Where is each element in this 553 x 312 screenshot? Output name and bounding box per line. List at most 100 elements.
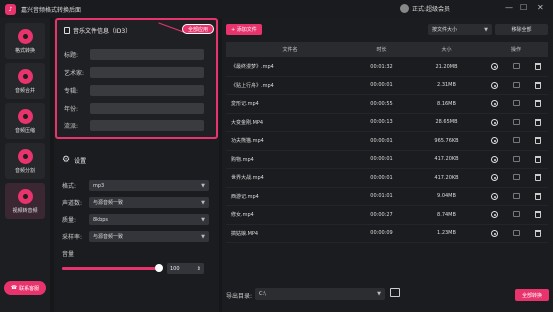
delete-icon[interactable] bbox=[534, 174, 541, 182]
add-file-button[interactable]: + 添加文件 bbox=[226, 24, 262, 35]
samplerate-select[interactable]: 与源音频一致 ▼ bbox=[89, 231, 209, 242]
close-button[interactable]: ✕ bbox=[537, 3, 544, 13]
sidebar-item-audio-split[interactable]: 音频分割 bbox=[5, 143, 45, 179]
sidebar-item-audio-merge[interactable]: 音频合并 bbox=[5, 63, 45, 99]
file-name: 功夫熊猫.mp4 bbox=[231, 138, 264, 145]
delete-icon[interactable] bbox=[534, 229, 541, 237]
row-actions bbox=[484, 81, 548, 89]
output-dir-select[interactable]: C:\ ▼ bbox=[255, 288, 385, 300]
table-row[interactable]: 世界大战.mp4 00:00:01 417.20KB bbox=[226, 169, 548, 188]
volume-label: 音量 bbox=[62, 251, 75, 258]
file-size: 2.31MB bbox=[437, 82, 456, 89]
album-label: 专辑: bbox=[64, 88, 79, 95]
stepper-icon[interactable]: ⇕ bbox=[197, 266, 201, 272]
folder-icon[interactable] bbox=[512, 81, 520, 88]
play-icon[interactable] bbox=[491, 100, 499, 108]
delete-icon[interactable] bbox=[534, 192, 541, 200]
table-row[interactable]: 《最终漫梦》.mp4 00:01:32 21.20MB bbox=[226, 58, 548, 77]
play-icon[interactable] bbox=[491, 229, 499, 237]
delete-icon[interactable] bbox=[534, 137, 541, 145]
play-icon[interactable] bbox=[491, 174, 499, 182]
music-disc-icon bbox=[17, 148, 33, 164]
volume-slider[interactable] bbox=[62, 264, 163, 272]
remove-all-button[interactable]: 移除全部 bbox=[495, 24, 548, 35]
year-input[interactable] bbox=[90, 103, 204, 114]
table-row[interactable]: 西游记.mp4 00:01:01 9.04MB bbox=[226, 188, 548, 206]
genre-input[interactable] bbox=[90, 120, 204, 131]
sidebar-item-format-convert[interactable]: 格式转换 bbox=[5, 23, 45, 59]
user-info[interactable]: 正式:超级会员 bbox=[400, 4, 450, 13]
sidebar-item-video-to-audio[interactable]: 视频转音频 bbox=[5, 183, 45, 219]
folder-icon[interactable] bbox=[512, 155, 520, 162]
delete-icon[interactable] bbox=[534, 118, 541, 126]
year-field-row: 年份: bbox=[64, 103, 204, 114]
user-avatar-icon bbox=[400, 4, 409, 13]
chevron-down-icon: ▼ bbox=[484, 26, 488, 33]
minimize-button[interactable]: — bbox=[505, 3, 513, 13]
restore-button[interactable]: ☐ bbox=[520, 3, 527, 13]
customer-service-button[interactable]: ☎ 联系客服 bbox=[4, 281, 46, 295]
row-actions bbox=[484, 118, 548, 126]
folder-icon[interactable] bbox=[512, 211, 520, 218]
callout-line bbox=[155, 22, 185, 42]
open-folder-icon[interactable] bbox=[390, 288, 400, 297]
id3-title-text: 音乐文件信息（ID3） bbox=[73, 28, 132, 35]
folder-icon[interactable] bbox=[512, 192, 520, 199]
row-actions bbox=[484, 192, 548, 200]
delete-icon[interactable] bbox=[534, 63, 541, 71]
folder-icon[interactable] bbox=[512, 229, 520, 236]
file-name: 购物.mp4 bbox=[231, 156, 254, 163]
sidebar-item-audio-compress[interactable]: 音频压缩 bbox=[5, 103, 45, 139]
settings-title: ⚙ 设置 bbox=[62, 155, 86, 165]
gear-icon: ⚙ bbox=[62, 155, 71, 165]
play-icon[interactable] bbox=[491, 211, 499, 219]
volume-input[interactable]: 100 ⇕ bbox=[167, 263, 204, 274]
title-input[interactable] bbox=[90, 49, 204, 60]
apply-all-button[interactable]: 全部应用 bbox=[182, 24, 215, 34]
column-actions: 操作 bbox=[510, 47, 521, 53]
delete-icon[interactable] bbox=[534, 211, 541, 219]
file-size: 417.20KB bbox=[434, 174, 459, 181]
table-row[interactable]: 《贴上行舟》.mp4 00:00:01 2.31MB bbox=[226, 77, 548, 95]
file-size: 417.20KB bbox=[434, 156, 459, 163]
table-row[interactable]: 大变金刚.MP4 00:00:13 28.65MB bbox=[226, 114, 548, 132]
table-row[interactable]: 购物.mp4 00:00:01 417.20KB bbox=[226, 151, 548, 169]
table-row[interactable]: 功夫熊猫.mp4 00:00:01 965.76KB bbox=[226, 132, 548, 151]
format-select[interactable]: mp3 ▼ bbox=[89, 180, 209, 191]
file-duration: 00:00:09 bbox=[370, 230, 393, 237]
album-input[interactable] bbox=[90, 85, 204, 96]
delete-icon[interactable] bbox=[534, 155, 541, 163]
delete-icon[interactable] bbox=[534, 100, 541, 108]
play-icon[interactable] bbox=[491, 137, 499, 145]
play-icon[interactable] bbox=[491, 192, 499, 200]
folder-icon[interactable] bbox=[512, 100, 520, 107]
table-header: 文件名 时长 大小 操作 bbox=[226, 42, 548, 57]
row-actions bbox=[484, 211, 548, 219]
file-duration: 00:00:01 bbox=[370, 137, 393, 144]
settings-panel: 音乐文件信息（ID3） 全部应用 标题: 艺术家: 专辑: 年份: 流派: ⚙ … bbox=[54, 18, 219, 312]
play-icon[interactable] bbox=[491, 81, 499, 89]
folder-icon[interactable] bbox=[512, 137, 520, 144]
folder-icon[interactable] bbox=[512, 174, 520, 181]
table-row[interactable]: 変形记.mp4 00:00:55 8.16MB bbox=[226, 95, 548, 114]
play-icon[interactable] bbox=[491, 155, 499, 163]
play-icon[interactable] bbox=[491, 118, 499, 126]
file-name: 搞姑娘.MP4 bbox=[231, 230, 259, 237]
id3-metadata-box: 音乐文件信息（ID3） 全部应用 标题: 艺术家: 专辑: 年份: 流派: bbox=[55, 18, 218, 139]
play-icon[interactable] bbox=[491, 63, 499, 71]
music-disc-icon bbox=[17, 68, 33, 84]
format-row: 格式: mp3 ▼ bbox=[62, 180, 209, 191]
table-row[interactable]: 搞姑娘.MP4 00:00:09 1.23MB bbox=[226, 225, 548, 243]
folder-icon[interactable] bbox=[512, 63, 520, 70]
artist-input[interactable] bbox=[90, 67, 204, 78]
table-row[interactable]: 修女.mp4 00:00:27 8.74MB bbox=[226, 206, 548, 225]
folder-icon[interactable] bbox=[512, 118, 520, 125]
file-duration: 00:00:13 bbox=[370, 119, 393, 126]
volume-slider-handle[interactable] bbox=[155, 264, 163, 272]
channels-select[interactable]: 与源音频一致 ▼ bbox=[89, 197, 209, 208]
delete-icon[interactable] bbox=[534, 81, 541, 89]
quality-select[interactable]: 8kbps ▼ bbox=[89, 214, 209, 225]
sort-select[interactable]: 按文件大小 ▼ bbox=[428, 24, 492, 35]
convert-all-button[interactable]: 全部转换 bbox=[515, 289, 549, 301]
sort-value: 按文件大小 bbox=[432, 27, 458, 33]
